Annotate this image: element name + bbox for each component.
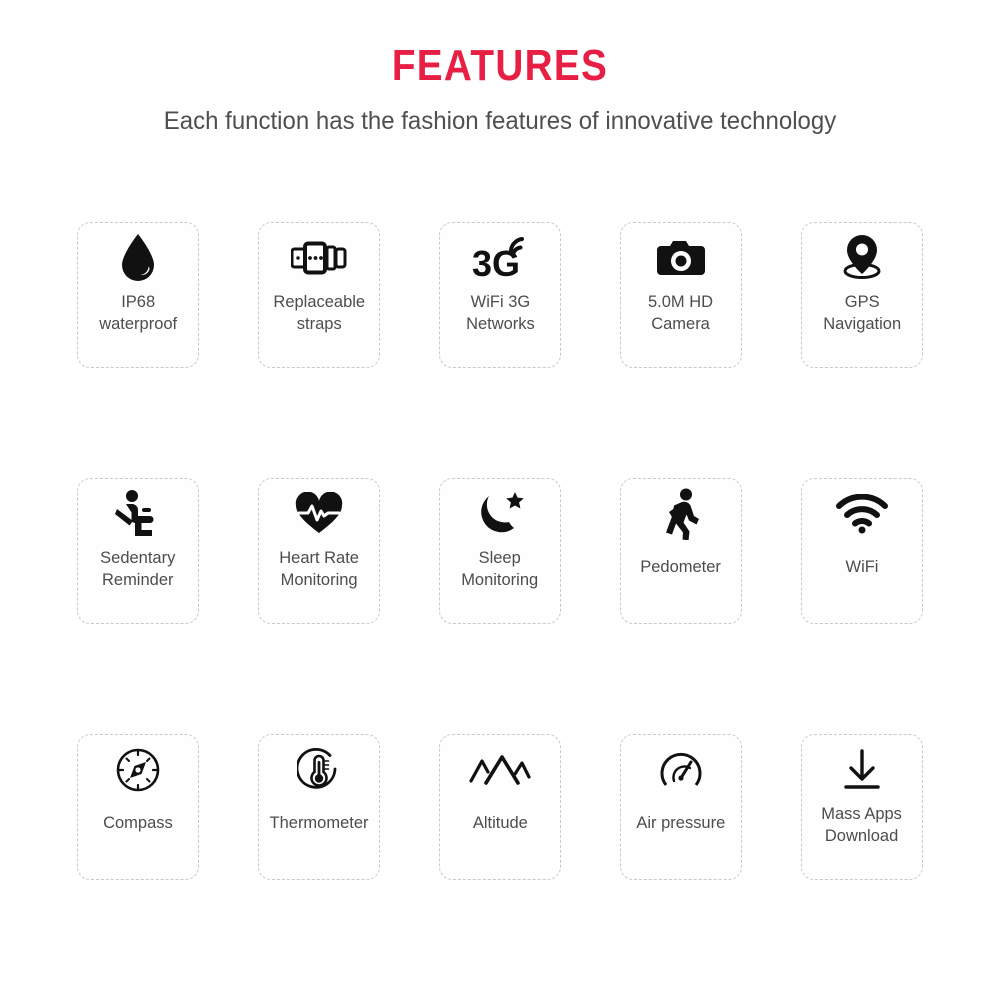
pressure-gauge-icon xyxy=(657,739,705,801)
feature-label: Heart Rate Monitoring xyxy=(279,548,359,590)
features-header: FEATURES Each function has the fashion f… xyxy=(0,0,1000,136)
feature-label: Thermometer xyxy=(269,813,369,832)
wifi-icon xyxy=(836,483,888,545)
feature-card[interactable]: 3G WiFi 3G Networks xyxy=(439,222,561,368)
feature-card[interactable]: GPS Navigation xyxy=(801,222,923,368)
walking-person-icon xyxy=(660,483,702,545)
feature-label: Compass xyxy=(103,813,173,832)
thermometer-icon xyxy=(297,739,341,801)
feature-card[interactable]: Thermometer xyxy=(258,734,380,880)
download-arrow-icon xyxy=(840,739,884,801)
location-pin-icon xyxy=(838,227,886,289)
feature-label: GPS Navigation xyxy=(823,292,901,334)
heart-pulse-icon xyxy=(294,483,344,545)
water-drop-icon xyxy=(116,227,160,289)
feature-card[interactable]: Sedentary Reminder xyxy=(77,478,199,624)
feature-card[interactable]: 5.0M HD Camera xyxy=(620,222,742,368)
3g-signal-icon: 3G xyxy=(471,227,529,289)
feature-label: Air pressure xyxy=(636,813,726,832)
feature-card[interactable]: Heart Rate Monitoring xyxy=(258,478,380,624)
feature-card[interactable]: Mass Apps Download xyxy=(801,734,923,880)
compass-icon xyxy=(115,739,161,801)
page-title: FEATURES xyxy=(391,41,609,90)
feature-label: Mass Apps Download xyxy=(821,804,903,846)
feature-card[interactable]: Altitude xyxy=(439,734,561,880)
feature-card[interactable]: Compass xyxy=(77,734,199,880)
camera-icon xyxy=(656,227,706,289)
feature-card[interactable]: Air pressure xyxy=(620,734,742,880)
feature-label: Sleep Monitoring xyxy=(461,548,539,590)
feature-label: WiFi xyxy=(845,557,879,576)
seated-person-icon xyxy=(114,483,162,545)
feature-card[interactable]: Pedometer xyxy=(620,478,742,624)
feature-label: Pedometer xyxy=(640,557,722,576)
moon-star-icon xyxy=(476,483,524,545)
feature-label: Altitude xyxy=(472,813,528,832)
features-grid: IP68 waterproof Replaceable straps 3G WiFi … xyxy=(77,222,923,880)
feature-card[interactable]: IP68 waterproof xyxy=(77,222,199,368)
feature-card[interactable]: Replaceable straps xyxy=(258,222,380,368)
watch-strap-icon xyxy=(291,227,347,289)
feature-label: WiFi 3G Networks xyxy=(465,292,535,334)
feature-label: Replaceable straps xyxy=(273,292,365,334)
page-subtitle: Each function has the fashion features o… xyxy=(163,107,837,135)
feature-label: IP68 waterproof xyxy=(99,292,177,334)
mountain-peaks-icon xyxy=(469,739,531,801)
feature-label: 5.0M HD Camera xyxy=(648,292,714,334)
feature-label: Sedentary Reminder xyxy=(100,548,176,590)
feature-card[interactable]: Sleep Monitoring xyxy=(439,478,561,624)
feature-card[interactable]: WiFi xyxy=(801,478,923,624)
